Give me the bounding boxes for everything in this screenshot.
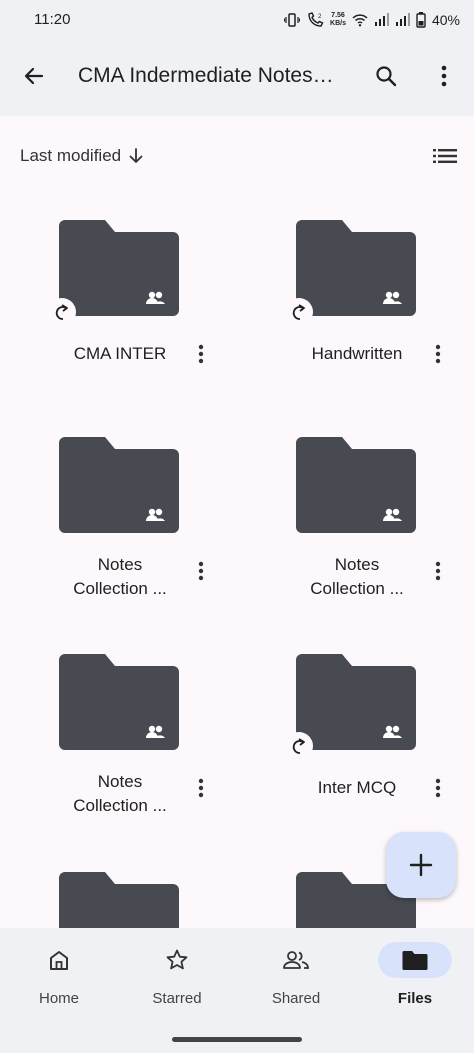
folder-tile[interactable]: Notes Collection ...	[0, 437, 237, 654]
call-icon: 2	[308, 12, 324, 27]
signal-icon	[374, 13, 389, 26]
folder-tile[interactable]	[0, 872, 237, 928]
folder-name-line1: Notes	[334, 555, 380, 574]
nav-pill	[22, 942, 96, 978]
folder-icon	[59, 437, 179, 533]
nav-label: Starred	[152, 990, 202, 1007]
page-title: CMA Indermediate Notes…	[78, 64, 334, 87]
folder-name: CMA INTER	[73, 344, 167, 363]
folder-name-line2: Collection ...	[73, 796, 167, 815]
folder-name-line1: Notes	[97, 772, 143, 791]
sort-row: Last modified	[0, 130, 474, 180]
folder-menu-button[interactable]	[429, 557, 447, 585]
nav-label: Files	[397, 990, 433, 1007]
folder-icon	[59, 654, 179, 750]
nav-item-home[interactable]: Home	[0, 942, 118, 1022]
nav-item-shared[interactable]: Shared	[237, 942, 355, 1022]
folder-name: Notes Collection ...	[40, 553, 200, 601]
folder-icon	[296, 654, 416, 750]
battery-percent: 40%	[431, 12, 460, 28]
more-vert-icon	[198, 778, 204, 798]
folder-name: Handwritten	[311, 344, 403, 363]
more-options-button[interactable]	[422, 54, 466, 98]
folder-name: Notes Collection ...	[40, 770, 200, 818]
view-toggle-button[interactable]	[428, 142, 462, 170]
list-view-icon	[433, 149, 457, 163]
nav-item-files[interactable]: Files	[356, 942, 474, 1022]
shortcut-badge	[285, 732, 313, 760]
folder-icon	[59, 872, 179, 928]
search-icon	[376, 66, 397, 87]
folder-icon	[296, 437, 416, 533]
search-button[interactable]	[364, 54, 408, 98]
signal-icon	[395, 13, 410, 26]
sort-button[interactable]: Last modified	[20, 146, 143, 166]
plus-icon	[409, 853, 433, 877]
app-bar: CMA Indermediate Notes…	[0, 40, 474, 116]
net-speed: 7.56 KB/s	[330, 12, 346, 28]
arrow-down-icon	[129, 148, 143, 163]
nav-pill	[140, 942, 214, 978]
folder-name-line2: Collection ...	[310, 579, 404, 598]
shortcut-arrow-icon	[292, 738, 305, 754]
more-vert-icon	[198, 344, 204, 364]
home-icon	[50, 951, 68, 970]
star-icon	[166, 949, 188, 970]
new-item-fab[interactable]	[386, 832, 456, 898]
nav-pill	[259, 942, 333, 978]
more-vert-icon	[198, 561, 204, 581]
folder-menu-button[interactable]	[192, 340, 210, 368]
status-icons: 2 7.56 KB/s 40%	[284, 9, 460, 31]
folder-tile[interactable]: Notes Collection ...	[0, 654, 237, 871]
more-vert-icon	[435, 778, 441, 798]
svg-text:2: 2	[318, 14, 322, 20]
gesture-bar[interactable]	[172, 1037, 302, 1042]
back-button[interactable]	[12, 54, 56, 98]
folder-menu-button[interactable]	[429, 340, 447, 368]
battery-icon	[416, 12, 426, 28]
folder-icon	[402, 951, 428, 970]
folder-icon	[296, 220, 416, 316]
people-icon	[283, 951, 309, 969]
sort-label: Last modified	[20, 146, 122, 165]
folder-name: Inter MCQ	[317, 778, 397, 797]
folder-menu-button[interactable]	[192, 774, 210, 802]
folder-tile[interactable]: CMA INTER	[0, 220, 237, 437]
more-vert-icon	[435, 561, 441, 581]
folder-menu-button[interactable]	[429, 774, 447, 802]
nav-item-starred[interactable]: Starred	[118, 942, 236, 1022]
folder-tile[interactable]: Handwritten	[237, 220, 474, 437]
folder-menu-button[interactable]	[192, 557, 210, 585]
net-speed-unit: KB/s	[330, 20, 346, 27]
shortcut-badge	[285, 298, 313, 326]
wifi-icon	[352, 14, 368, 27]
nav-label: Home	[38, 990, 79, 1007]
folder-name-line2: Collection ...	[73, 579, 167, 598]
folder-icon	[59, 220, 179, 316]
net-speed-value: 7.56	[331, 12, 345, 19]
folder-name-line1: Notes	[97, 555, 143, 574]
status-time: 11:20	[34, 11, 71, 28]
shortcut-arrow-icon	[55, 304, 68, 320]
status-bar: 11:20 2 7.56 KB/s 40%	[0, 0, 474, 40]
more-vert-icon	[435, 344, 441, 364]
nav-pill	[378, 942, 452, 978]
vibrate-icon	[284, 13, 301, 27]
bottom-navigation: Home Starred Shared Files	[0, 928, 474, 1053]
folder-name: Notes Collection ...	[277, 553, 437, 601]
shortcut-badge	[48, 298, 76, 326]
shortcut-arrow-icon	[292, 304, 305, 320]
arrow-back-icon	[24, 67, 44, 85]
folder-tile[interactable]: Notes Collection ...	[237, 437, 474, 654]
nav-label: Shared	[271, 990, 321, 1007]
more-vert-icon	[441, 65, 447, 87]
